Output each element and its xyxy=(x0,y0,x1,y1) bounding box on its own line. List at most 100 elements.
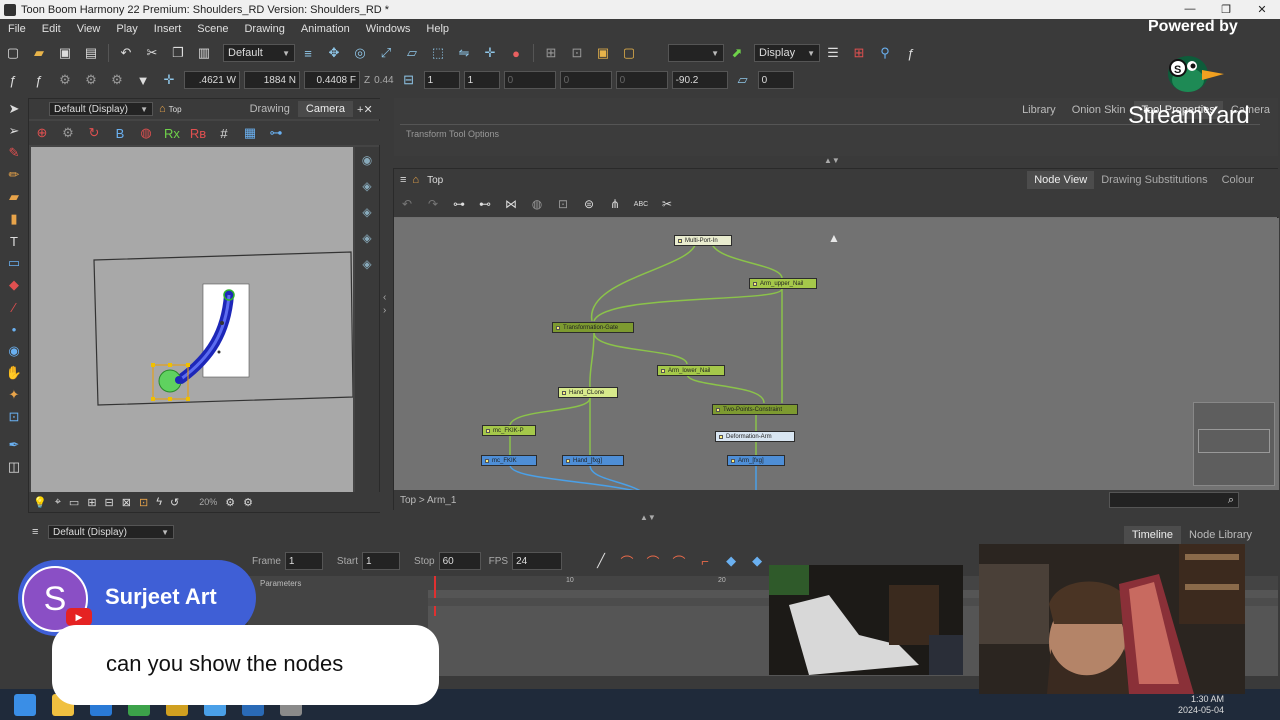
maximize-button[interactable]: ❐ xyxy=(1208,3,1244,16)
grid-icon[interactable]: # xyxy=(215,124,233,142)
node-two-points-constraint[interactable]: Two-Points-Constraint xyxy=(712,404,798,415)
peg-icon[interactable]: ● xyxy=(507,44,525,62)
menu-view[interactable]: View xyxy=(69,23,109,35)
tab-node-library[interactable]: Node Library xyxy=(1181,526,1260,544)
preset-select[interactable]: Default ▼ xyxy=(223,44,295,62)
handle[interactable] xyxy=(151,363,155,367)
pencil-icon[interactable]: ✏ xyxy=(4,164,24,186)
field-icon[interactable]: ⊶ xyxy=(267,124,285,142)
tools-icon[interactable]: ✂ xyxy=(657,194,677,214)
crosshair-icon[interactable]: ✛ xyxy=(160,71,178,89)
panel-resize-icon[interactable]: ▲▼ xyxy=(640,513,656,522)
composite-icon[interactable]: ⊜ xyxy=(579,194,599,214)
open-icon[interactable]: ▰ xyxy=(30,44,48,62)
exit-icon[interactable]: ⬈ xyxy=(728,44,746,62)
gear-icon[interactable]: ⚙ xyxy=(82,71,100,89)
tab-library[interactable]: Library xyxy=(1014,101,1064,119)
start-field[interactable]: 1 xyxy=(362,552,401,570)
eye-icon[interactable]: ◉ xyxy=(358,147,376,173)
node-transformation-gate[interactable]: Transformation-Gate xyxy=(552,322,634,333)
skew-field[interactable]: 0 xyxy=(757,71,794,89)
node-canvas[interactable]: Multi-Port-In Arm_upper_Nail Transformat… xyxy=(394,218,1279,490)
menu-windows[interactable]: Windows xyxy=(358,23,419,35)
field-5[interactable]: 0 xyxy=(615,71,668,89)
b-icon[interactable]: B xyxy=(111,124,129,142)
layer-icon[interactable]: ◈ xyxy=(358,251,376,277)
keyframe-icon[interactable]: ◆ xyxy=(722,552,740,570)
skew-icon[interactable]: ▱ xyxy=(403,44,421,62)
chevron-down-icon[interactable]: ▼ xyxy=(134,71,152,89)
rename-icon[interactable]: ABC xyxy=(631,194,651,214)
ease-in-icon[interactable]: ⌒ xyxy=(644,552,662,570)
safe-area-icon[interactable]: ▦ xyxy=(241,124,259,142)
panel-resize-icon[interactable]: ▲▼ xyxy=(824,156,840,165)
snap-icon[interactable]: ⊡ xyxy=(568,44,586,62)
ease-out-icon[interactable]: ⌒ xyxy=(670,552,688,570)
lock-icon[interactable]: ⊡ xyxy=(139,496,148,509)
tab-drawing[interactable]: Drawing xyxy=(242,101,298,117)
start-icon[interactable] xyxy=(14,693,36,716)
x-position-field[interactable]: .4621 W xyxy=(184,71,240,89)
onion-icon[interactable]: ⊠ xyxy=(122,496,131,509)
tab-onion-skin[interactable]: Onion Skin xyxy=(1064,101,1134,119)
frame-icon[interactable]: ▣ xyxy=(594,44,612,62)
pivot-icon[interactable]: • xyxy=(4,318,24,340)
layer-stack-icon[interactable]: ◈ xyxy=(358,225,376,251)
node-ungroup-icon[interactable]: ⊷ xyxy=(475,194,495,214)
node-navigator[interactable] xyxy=(1193,402,1275,486)
layer-icon[interactable]: ◈ xyxy=(358,173,376,199)
red-tool-icon[interactable]: ⊕ xyxy=(33,124,51,142)
y-position-field[interactable]: 1884 N xyxy=(244,71,300,89)
menu-scene[interactable]: Scene xyxy=(189,23,236,35)
function-icon[interactable]: ƒ xyxy=(902,44,920,62)
paste-icon[interactable]: ▥ xyxy=(195,44,213,62)
skew-icon[interactable]: ▱ xyxy=(734,71,752,89)
rig-icon[interactable]: ◍ xyxy=(137,124,155,142)
node-mc-fkik-p[interactable]: mc_FKIK-P xyxy=(482,425,536,436)
function-edit-icon[interactable]: ƒ xyxy=(30,71,48,89)
tab-drawing-substitutions[interactable]: Drawing Substitutions xyxy=(1094,171,1214,189)
camera-view-select[interactable]: Default (Display) ▼ xyxy=(49,102,153,116)
node-arm-lower-nail[interactable]: Arm_lower_Nail xyxy=(657,365,725,376)
tab-camera[interactable]: Camera xyxy=(297,101,354,117)
node-arm-fxg[interactable]: Arm_[fxg] xyxy=(727,455,785,466)
morph-icon[interactable]: ◉ xyxy=(4,340,24,362)
minimize-button[interactable]: — xyxy=(1172,3,1208,16)
save-icon[interactable]: ▣ xyxy=(56,44,74,62)
undo-icon[interactable]: ↶ xyxy=(117,44,135,62)
flash-icon[interactable]: ϟ xyxy=(156,496,162,508)
red-grid-icon[interactable]: ⊞ xyxy=(850,44,868,62)
new-icon[interactable]: ▢ xyxy=(4,44,22,62)
fps-field[interactable]: 24 xyxy=(512,552,563,570)
joint-point[interactable] xyxy=(217,350,221,354)
z-position-field[interactable]: 0.4408 F xyxy=(304,71,360,89)
rx-icon[interactable]: Rx xyxy=(163,124,181,142)
pen-icon[interactable]: ✒ xyxy=(4,434,24,456)
transform-icon[interactable]: ⊡ xyxy=(4,406,24,428)
layers-stack-icon[interactable]: ☰ xyxy=(824,44,842,62)
handle[interactable] xyxy=(168,363,172,367)
close-button[interactable]: ✕ xyxy=(1244,3,1280,16)
redo-icon[interactable]: ↷ xyxy=(423,194,443,214)
paint-icon[interactable]: ▮ xyxy=(4,208,24,230)
peg-node-icon[interactable]: ◍ xyxy=(527,194,547,214)
rb-icon[interactable]: Rʙ xyxy=(189,124,207,142)
display-icon[interactable]: ⊡ xyxy=(553,194,573,214)
contour-editor-icon[interactable]: ➢ xyxy=(4,120,24,142)
stop-field[interactable]: 60 xyxy=(438,552,481,570)
field-4[interactable]: 0 xyxy=(559,71,612,89)
keyframe-icon[interactable]: ◆ xyxy=(748,552,766,570)
drawing-icon[interactable]: ◫ xyxy=(4,456,24,478)
person-icon[interactable]: ⚲ xyxy=(876,44,894,62)
camera-icon[interactable]: ⌖ xyxy=(55,496,61,509)
menu-insert[interactable]: Insert xyxy=(146,23,190,35)
menu-edit[interactable]: Edit xyxy=(34,23,69,35)
angle-field[interactable]: -90.2 xyxy=(671,71,728,89)
add-tab-icon[interactable]: +✕ xyxy=(357,103,373,116)
menu-play[interactable]: Play xyxy=(108,23,145,35)
collapse-left-icon[interactable]: ‹ xyxy=(383,292,386,303)
handle[interactable] xyxy=(151,397,155,401)
node-hand-clone[interactable]: Hand_CLone xyxy=(558,387,618,398)
home-icon[interactable]: ⌂ xyxy=(412,174,419,186)
light-icon[interactable]: 💡 xyxy=(33,496,47,509)
